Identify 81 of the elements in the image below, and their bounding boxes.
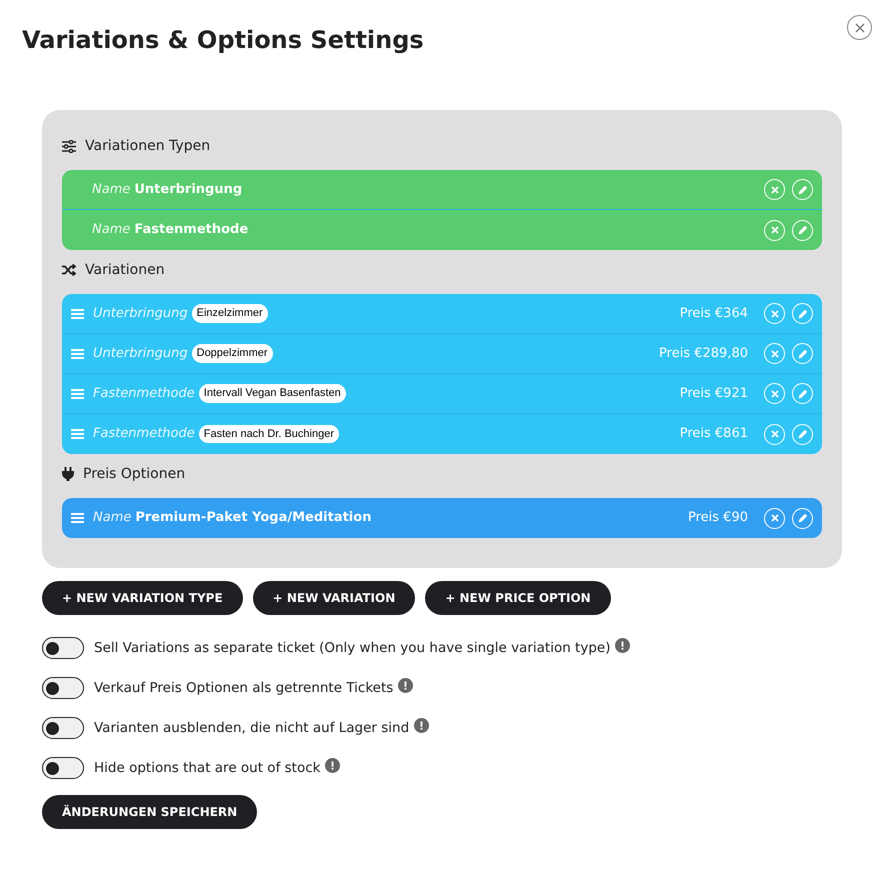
pencil-icon [798, 308, 808, 318]
info-icon [325, 758, 340, 772]
remove-button[interactable] [764, 424, 785, 444]
toggle-label: Hide options that are out of stock [94, 758, 320, 778]
close-icon [770, 310, 778, 318]
edit-button[interactable] [792, 424, 813, 444]
pencil-icon [798, 429, 808, 439]
row-label: Unterbringung [93, 304, 188, 323]
close-icon [770, 226, 778, 234]
toggle-switch[interactable] [42, 717, 84, 739]
close-icon [770, 514, 778, 522]
remove-button[interactable] [764, 179, 785, 200]
remove-button[interactable] [764, 383, 785, 404]
drag-handle-icon [71, 429, 84, 439]
row-name: Fastenmethode [134, 221, 248, 240]
toggle-switch[interactable] [42, 677, 84, 699]
pencil-icon [798, 348, 808, 358]
list-row[interactable]: Unterbringung Einzelzimmer Preis €364 [62, 294, 822, 334]
variation-tag: Fasten nach Dr. Buchinger [198, 424, 340, 444]
info-icon [414, 718, 430, 732]
edit-button[interactable] [792, 383, 813, 404]
variation-tag: Einzelzimmer [192, 304, 268, 323]
price-text: Preis €364 [680, 304, 748, 323]
drag-handle-icon [71, 513, 84, 523]
info-icon [398, 678, 414, 692]
close-icon [770, 430, 778, 438]
drag-handle-icon [71, 388, 84, 398]
remove-button[interactable] [764, 343, 785, 364]
row-label: Fastenmethode [93, 425, 195, 444]
toggle-label: Sell Variations as separate ticket (Only when you have single variation type) [94, 638, 610, 658]
row-label: Name [92, 180, 130, 199]
edit-button[interactable] [792, 508, 813, 528]
price-text: Preis €289,80 [659, 344, 748, 363]
row-label: Fastenmethode [93, 384, 195, 403]
sliders-icon [62, 140, 76, 152]
close-icon [770, 390, 778, 398]
row-label: Name [92, 221, 130, 240]
list-row[interactable]: Fastenmethode Fasten nach Dr. Buchinger Preis €861 [62, 414, 822, 454]
pencil-icon [798, 225, 808, 235]
close-icon [770, 186, 778, 194]
section-heading: Variationen Typen [85, 136, 210, 156]
pencil-icon [798, 513, 808, 523]
price-text: Preis €90 [688, 509, 748, 528]
variation-tag: Doppelzimmer [192, 344, 273, 363]
edit-button[interactable] [792, 220, 813, 240]
shuffle-icon [62, 264, 76, 276]
list-row[interactable]: Fastenmethode Intervall Vegan Basenfasten Preis €921 [62, 374, 822, 414]
drag-handle-icon [71, 308, 84, 318]
close-icon [854, 22, 864, 32]
section-heading: Variationen [85, 260, 165, 280]
close-button[interactable] [847, 15, 872, 40]
price-text: Preis €861 [680, 425, 748, 444]
variation-tag: Intervall Vegan Basenfasten [198, 384, 346, 403]
edit-button[interactable] [792, 179, 813, 200]
pencil-icon [798, 388, 808, 398]
list-row[interactable]: Unterbringung Doppelzimmer Preis €289,80 [62, 334, 822, 374]
dialog-title: Variations & Options Settings [22, 25, 424, 56]
edit-button[interactable] [792, 303, 813, 324]
row-label: Unterbringung [93, 344, 188, 363]
add-button[interactable]: + NEW PRICE OPTION [425, 581, 611, 615]
toggle-label: Varianten ausblenden, die nicht auf Lager sind [94, 718, 410, 738]
save-button[interactable]: ÄNDERUNGEN SPEICHERN [42, 795, 258, 829]
add-button[interactable]: + NEW VARIATION [252, 581, 416, 615]
row-name: Premium-Paket Yoga/Meditation [135, 509, 372, 528]
remove-button[interactable] [764, 220, 785, 240]
edit-button[interactable] [792, 343, 813, 364]
drag-handle-icon [71, 348, 84, 358]
pencil-icon [798, 184, 808, 194]
close-icon [770, 350, 778, 358]
toggle-label: Verkauf Preis Optionen als getrennte Tickets [94, 678, 394, 698]
plug-icon [62, 467, 74, 481]
section-heading: Preis Optionen [83, 464, 186, 484]
row-label: Name [93, 509, 132, 528]
row-name: Unterbringung [134, 180, 242, 199]
price-text: Preis €921 [680, 384, 748, 403]
toggle-switch[interactable] [42, 757, 84, 779]
remove-button[interactable] [764, 508, 785, 528]
add-button[interactable]: + NEW VARIATION TYPE [42, 581, 243, 615]
info-icon [615, 638, 630, 652]
remove-button[interactable] [764, 303, 785, 324]
toggle-switch[interactable] [42, 637, 84, 659]
